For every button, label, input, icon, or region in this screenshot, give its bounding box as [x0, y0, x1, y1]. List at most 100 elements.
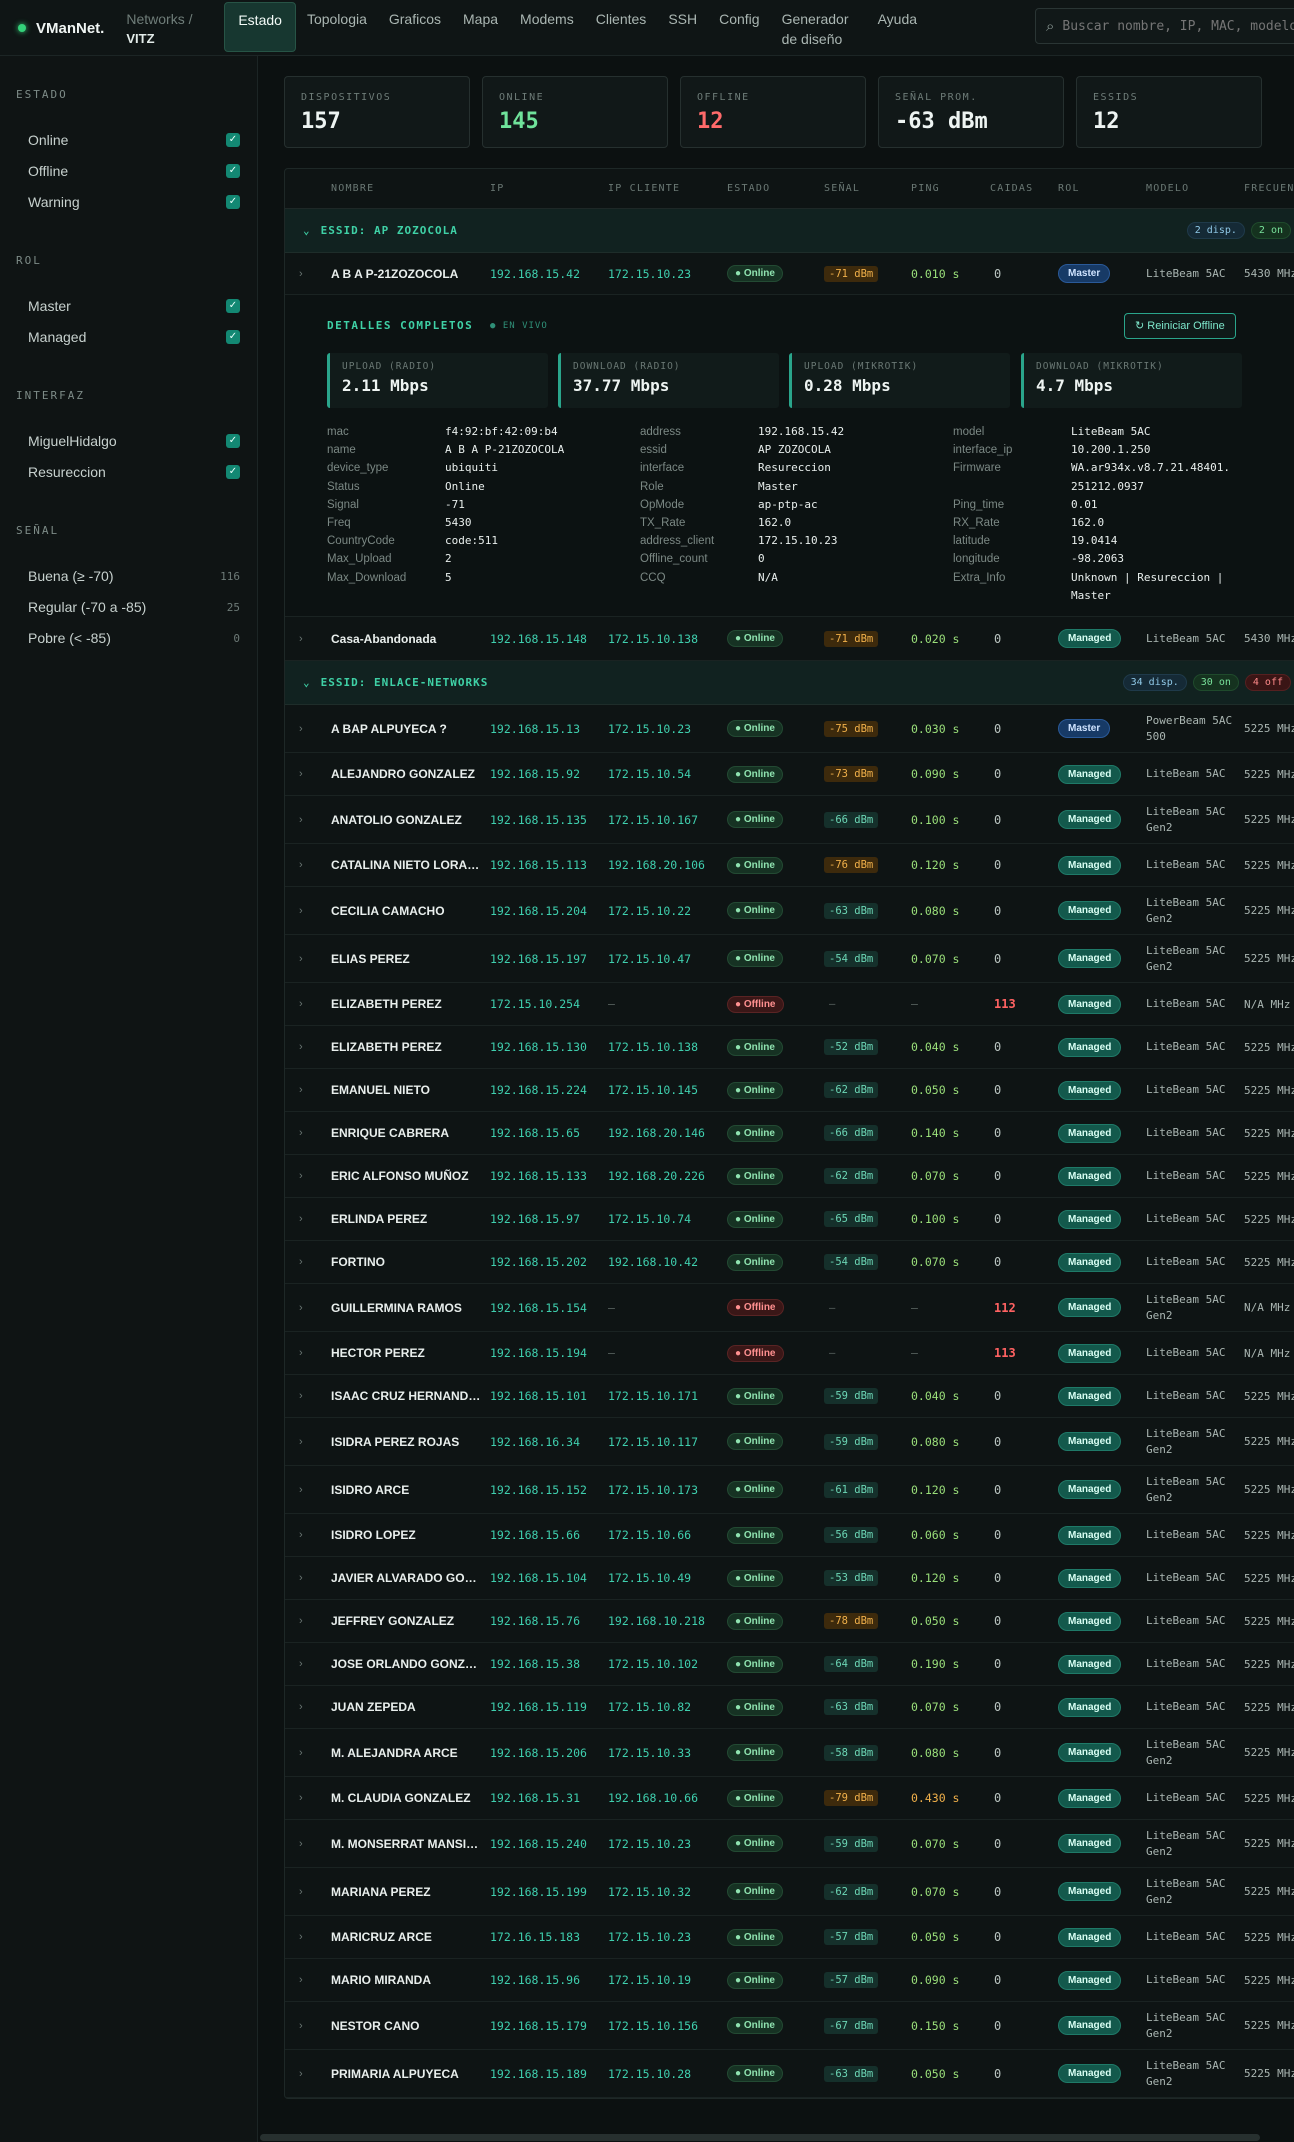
table-row[interactable]: › M. ALEJANDRA ARCE 192.168.15.206 172.15.1… [285, 1729, 1294, 1777]
table-row[interactable]: › PRIMARIA ALPUYECA 192.168.15.189 172.15.1… [285, 2050, 1294, 2098]
chevron-right-icon[interactable]: › [285, 2020, 331, 2032]
table-row[interactable]: › JUAN ZEPEDA 192.168.15.119 172.15.10.82 ● … [285, 1686, 1294, 1729]
chevron-right-icon[interactable]: › [285, 1390, 331, 1402]
chevron-right-icon[interactable]: › [285, 998, 331, 1010]
table-row[interactable]: › ELIAS PEREZ 192.168.15.197 172.15.10.47 ● … [285, 935, 1294, 983]
table-row[interactable]: › M. CLAUDIA GONZALEZ 192.168.15.31 192.168… [285, 1777, 1294, 1820]
chevron-right-icon[interactable]: › [285, 1792, 331, 1804]
table-row[interactable]: › CECILIA CAMACHO 192.168.15.204 172.15.10.… [285, 887, 1294, 935]
column-header-ping[interactable]: PING [911, 183, 990, 194]
breadcrumb-parent[interactable]: Networks [126, 11, 184, 27]
chevron-right-icon[interactable]: › [285, 1127, 331, 1139]
table-row[interactable]: › FORTINO 192.168.15.202 192.168.10.42 ● Onl… [285, 1241, 1294, 1284]
chevron-right-icon[interactable]: › [285, 1974, 331, 1986]
tab-mapa[interactable]: Mapa [452, 0, 509, 52]
chevron-right-icon[interactable]: › [285, 1302, 331, 1314]
essid-group-header[interactable]: ⌄ ESSID: AP ZOZOCOLA 2 disp. 2 on [285, 209, 1294, 253]
chevron-right-icon[interactable]: › [285, 1170, 331, 1182]
table-row[interactable]: › M. MONSERRAT MANSILLA 192.168.15.240 172.… [285, 1820, 1294, 1868]
tab-topologia[interactable]: Topologia [296, 0, 378, 52]
table-row[interactable]: › JOSE ORLANDO GONZALEZ 192.168.15.38 172.1… [285, 1643, 1294, 1686]
chevron-right-icon[interactable]: › [285, 1484, 331, 1496]
checkbox-checked-icon[interactable]: ✓ [226, 133, 240, 147]
table-row[interactable]: › ELIZABETH PEREZ 172.15.10.254 — ● Offline —… [285, 983, 1294, 1026]
tab-ayuda[interactable]: Ayuda [867, 0, 928, 52]
column-header-caidas[interactable]: CAIDAS [990, 183, 1058, 194]
chevron-right-icon[interactable]: › [285, 1747, 331, 1759]
chevron-right-icon[interactable]: › [285, 1931, 331, 1943]
chevron-right-icon[interactable]: › [285, 768, 331, 780]
chevron-right-icon[interactable]: › [285, 859, 331, 871]
chevron-right-icon[interactable]: › [285, 953, 331, 965]
chevron-right-icon[interactable]: › [285, 1436, 331, 1448]
chevron-right-icon[interactable]: › [285, 905, 331, 917]
table-row[interactable]: › MARIO MIRANDA 192.168.15.96 172.15.10.19 ●… [285, 1959, 1294, 2002]
column-header-rol[interactable]: ROL [1058, 183, 1146, 194]
column-header-ip[interactable]: IP [490, 183, 608, 194]
table-row[interactable]: › MARIANA PEREZ 192.168.15.199 172.15.10.32… [285, 1868, 1294, 1916]
chevron-right-icon[interactable]: › [285, 1256, 331, 1268]
table-row[interactable]: › ELIZABETH PEREZ 192.168.15.130 172.15.10.… [285, 1026, 1294, 1069]
table-row[interactable]: › CATALINA NIETO LORANCA 192.168.15.113 192… [285, 844, 1294, 887]
essid-group-header[interactable]: ⌄ ESSID: ENLACE-NETWORKS 34 disp. 30 on … [285, 661, 1294, 705]
tab-ssh[interactable]: SSH [657, 0, 708, 52]
filter-warning[interactable]: Warning ✓ [28, 192, 240, 212]
column-header-ip-cliente[interactable]: IP CLIENTE [608, 183, 727, 194]
search-input[interactable] [1062, 18, 1294, 34]
filter-miguelhidalgo[interactable]: MiguelHidalgo ✓ [28, 431, 240, 451]
table-row[interactable]: › HECTOR PEREZ 192.168.15.194 — ● Offline — — 1… [285, 1332, 1294, 1375]
table-row[interactable]: › EMANUEL NIETO 192.168.15.224 172.15.10.14… [285, 1069, 1294, 1112]
horizontal-scrollbar[interactable] [260, 2134, 1260, 2141]
table-row[interactable]: › GUILLERMINA RAMOS 192.168.15.154 — ● Offli… [285, 1284, 1294, 1332]
chevron-right-icon[interactable]: › [285, 268, 331, 280]
checkbox-checked-icon[interactable]: ✓ [226, 330, 240, 344]
chevron-right-icon[interactable]: › [285, 814, 331, 826]
checkbox-checked-icon[interactable]: ✓ [226, 195, 240, 209]
filter-resureccion[interactable]: Resureccion ✓ [28, 462, 240, 482]
chevron-right-icon[interactable]: › [285, 1529, 331, 1541]
column-header-nombre[interactable]: NOMBRE [331, 183, 490, 194]
tab-modems[interactable]: Modems [509, 0, 585, 52]
brand[interactable]: VManNet. [0, 0, 104, 56]
table-row[interactable]: › ERLINDA PEREZ 192.168.15.97 172.15.10.74 ●… [285, 1198, 1294, 1241]
filter-online[interactable]: Online ✓ [28, 130, 240, 150]
table-row[interactable]: › NESTOR CANO 192.168.15.179 172.15.10.156 ●… [285, 2002, 1294, 2050]
table-row[interactable]: ›JAVIER ALVARADO GONZALEZ192.168.15.104 1… [285, 1557, 1294, 1600]
column-header-modelo[interactable]: MODELO [1146, 183, 1244, 194]
filter-signal-good[interactable]: Buena (≥ -70) 116 [28, 566, 240, 586]
table-row[interactable]: › ISIDRA PEREZ ROJAS 192.168.16.34 172.15.1… [285, 1418, 1294, 1466]
filter-offline[interactable]: Offline ✓ [28, 161, 240, 181]
table-row[interactable]: › MARICRUZ ARCE 172.16.15.183 172.15.10.23 ●… [285, 1916, 1294, 1959]
checkbox-checked-icon[interactable]: ✓ [226, 299, 240, 313]
table-row[interactable]: › A BAP ALPUYECA ? 192.168.15.13 172.15.10.… [285, 705, 1294, 753]
tab-generador[interactable]: Generador de diseño [771, 0, 867, 52]
chevron-right-icon[interactable]: › [285, 1838, 331, 1850]
table-row[interactable]: › ANATOLIO GONZALEZ 192.168.15.135 172.15.1… [285, 796, 1294, 844]
table-row[interactable]: › A B A P-21ZOZOCOLA 192.168.15.42 172.1… [285, 253, 1294, 295]
chevron-right-icon[interactable]: › [285, 1615, 331, 1627]
table-row[interactable]: › ENRIQUE CABRERA 192.168.15.65 192.168.20.… [285, 1112, 1294, 1155]
checkbox-checked-icon[interactable]: ✓ [226, 434, 240, 448]
filter-signal-regular[interactable]: Regular (-70 a -85) 25 [28, 597, 240, 617]
table-row[interactable]: › ERIC ALFONSO MUÑOZ 192.168.15.133 192.168… [285, 1155, 1294, 1198]
reset-offline-button[interactable]: ↻ Reiniciar Offline [1124, 313, 1236, 339]
tab-config[interactable]: Config [708, 0, 770, 52]
filter-signal-poor[interactable]: Pobre (< -85) 0 [28, 628, 240, 648]
table-row[interactable]: › ISIDRO ARCE 192.168.15.152 172.15.10.173 ●… [285, 1466, 1294, 1514]
column-header-frecuencia[interactable]: FRECUENCIA [1244, 183, 1294, 194]
chevron-right-icon[interactable]: › [285, 723, 331, 735]
chevron-right-icon[interactable]: › [285, 1658, 331, 1670]
column-header-senal[interactable]: SEÑAL [824, 183, 911, 194]
tab-graficos[interactable]: Graficos [378, 0, 452, 52]
chevron-right-icon[interactable]: › [285, 1701, 331, 1713]
chevron-right-icon[interactable]: › [285, 1213, 331, 1225]
chevron-right-icon[interactable]: › [285, 2068, 331, 2080]
checkbox-checked-icon[interactable]: ✓ [226, 465, 240, 479]
chevron-right-icon[interactable]: › [285, 1084, 331, 1096]
table-row[interactable]: › JEFFREY GONZALEZ 192.168.15.76 192.168.10… [285, 1600, 1294, 1643]
chevron-right-icon[interactable]: › [285, 1572, 331, 1584]
tab-clientes[interactable]: Clientes [585, 0, 658, 52]
chevron-right-icon[interactable]: › [285, 1347, 331, 1359]
filter-managed[interactable]: Managed ✓ [28, 327, 240, 347]
table-row[interactable]: › Casa-Abandonada 192.168.15.148 172.15.… [285, 617, 1294, 661]
